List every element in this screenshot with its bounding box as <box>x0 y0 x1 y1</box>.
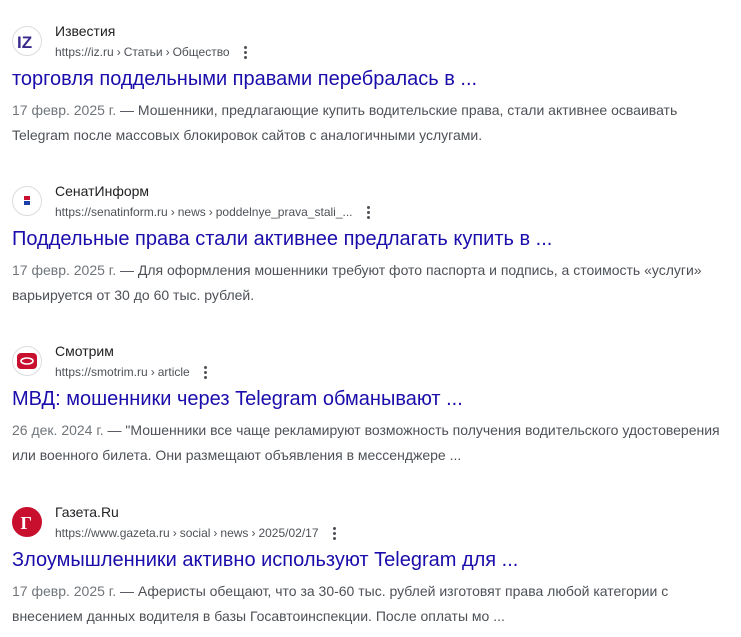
result-title-link[interactable]: МВД: мошенники через Telegram обманывают… <box>12 386 732 412</box>
more-options-icon[interactable] <box>359 202 379 222</box>
breadcrumb-url: https://smotrim.ru <box>55 365 148 379</box>
more-options-icon[interactable] <box>325 523 345 543</box>
result-source[interactable]: Г Газета.Ru https://www.gazeta.ru › socia… <box>12 503 732 547</box>
breadcrumb-item: 2025/02/17 <box>258 526 319 540</box>
breadcrumb: https://iz.ru › Статьи › Общество <box>55 42 256 62</box>
site-name: Известия <box>55 23 116 39</box>
result-title-link[interactable]: торговля поддельными правами перебралась… <box>12 66 732 92</box>
result-title-link[interactable]: Злоумышленники активно используют Telegr… <box>12 547 732 573</box>
result-source[interactable]: СенатИнформ https://senatinform.ru › news… <box>12 182 732 226</box>
iz-logo-icon: IZ <box>12 26 42 56</box>
site-name: Газета.Ru <box>55 504 119 520</box>
breadcrumb-url: https://www.gazeta.ru <box>55 526 170 540</box>
search-result: Смотрим https://smotrim.ru › article МВД:… <box>12 342 732 468</box>
result-date: 17 февр. 2025 г. <box>12 583 117 599</box>
snippet-text: — "Мошенники все чаще рекламируют возмож… <box>12 422 720 463</box>
breadcrumb-item: news <box>220 526 249 540</box>
result-date: 17 февр. 2025 г. <box>12 102 117 118</box>
breadcrumb-item: poddelnye_prava_stali_... <box>215 205 353 219</box>
breadcrumb-item: article <box>157 365 190 379</box>
breadcrumb-item: Общество <box>172 45 230 59</box>
result-date: 26 дек. 2024 г. <box>12 422 104 438</box>
result-date: 17 февр. 2025 г. <box>12 262 117 278</box>
more-options-icon[interactable] <box>236 42 256 62</box>
result-title-link[interactable]: Поддельные права стали активнее предлага… <box>12 226 732 252</box>
search-result: IZ Известия https://iz.ru › Статьи › Общес… <box>12 22 732 148</box>
gazeta-logo-icon: Г <box>12 507 42 537</box>
svg-text:IZ: IZ <box>17 33 32 52</box>
svg-text:Г: Г <box>21 513 32 533</box>
result-source[interactable]: Смотрим https://smotrim.ru › article <box>12 342 732 386</box>
breadcrumb-url: https://iz.ru <box>55 45 114 59</box>
breadcrumb: https://www.gazeta.ru › social › news › 202… <box>55 523 345 543</box>
breadcrumb-url: https://senatinform.ru <box>55 205 168 219</box>
result-snippet: 17 февр. 2025 г. — Аферисты обещают, что… <box>12 579 727 629</box>
breadcrumb-item: news <box>177 205 206 219</box>
snippet-text: — Для оформления мошенники требуют фото … <box>12 262 702 303</box>
search-result: СенатИнформ https://senatinform.ru › news… <box>12 182 732 308</box>
smotrim-logo-icon <box>12 346 42 376</box>
site-name: Смотрим <box>55 343 114 359</box>
breadcrumb-item: social <box>179 526 211 540</box>
result-snippet: 26 дек. 2024 г. — "Мошенники все чаще ре… <box>12 418 727 468</box>
breadcrumb: https://senatinform.ru › news › poddelnye_… <box>55 202 379 222</box>
more-options-icon[interactable] <box>196 362 216 382</box>
result-source[interactable]: IZ Известия https://iz.ru › Статьи › Общес… <box>12 22 732 66</box>
breadcrumb: https://smotrim.ru › article <box>55 362 216 382</box>
site-name: СенатИнформ <box>55 183 150 199</box>
breadcrumb-item: Статьи <box>123 45 163 59</box>
senatinform-logo-icon <box>12 186 42 216</box>
result-snippet: 17 февр. 2025 г. — Для оформления мошенн… <box>12 258 727 308</box>
result-snippet: 17 февр. 2025 г. — Мошенники, предлагающ… <box>12 98 727 148</box>
search-result: Г Газета.Ru https://www.gazeta.ru › socia… <box>12 503 732 629</box>
